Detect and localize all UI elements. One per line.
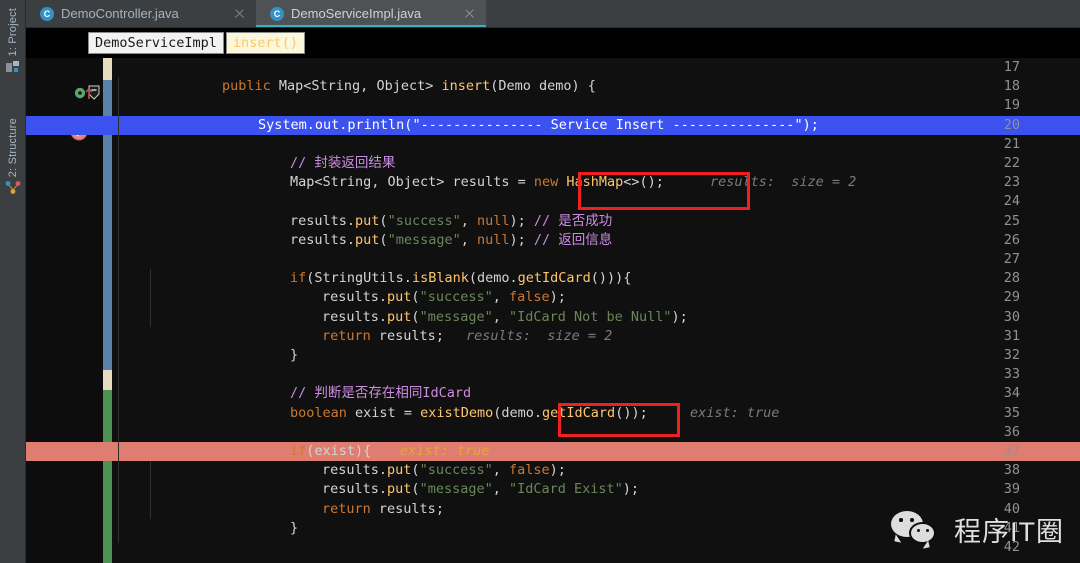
code-line-25[interactable]: results.put("success", null); // 是否成功: [290, 212, 612, 231]
watermark-text: 程序IT圈: [954, 516, 1064, 547]
vcs-change-marker-tan-mid[interactable]: [103, 370, 112, 390]
wechat-icon: [891, 509, 943, 549]
breadcrumb-method[interactable]: insert(): [225, 32, 305, 54]
code-line-40[interactable]: return results;: [322, 500, 444, 519]
exception-line-highlight: [26, 442, 1080, 462]
sidebar-item-label: 2: Structure: [7, 118, 19, 178]
code-line-39[interactable]: results.put("message", "IdCard Exist");: [322, 480, 639, 499]
line-number: 29: [1003, 289, 1020, 306]
code-lines[interactable]: 17 18 19 20 21 22 23 24 25 26 27 28 29 3…: [26, 58, 1080, 563]
line-number: 26: [1003, 231, 1020, 248]
code-line-41[interactable]: }: [290, 519, 298, 538]
sidebar-item-structure[interactable]: 2: Structure: [0, 118, 25, 196]
code-line-29[interactable]: results.put("success", false);: [322, 288, 566, 307]
line-number: 28: [1003, 270, 1020, 287]
structure-icon: [5, 180, 21, 196]
code-line-31[interactable]: return results;: [322, 327, 444, 346]
line-number: 19: [1003, 97, 1020, 114]
inline-debug-hint-line-37: exist: true: [400, 443, 490, 459]
close-icon[interactable]: [233, 7, 246, 20]
code-line-38[interactable]: results.put("success", false);: [322, 461, 566, 480]
line-number: 35: [1003, 404, 1020, 421]
line-number: 36: [1003, 423, 1020, 440]
inline-debug-hint-line-23: results: size = 2: [710, 174, 857, 191]
line-number: 34: [1003, 385, 1020, 402]
line-number: 17: [1003, 59, 1020, 75]
tool-window-strip: 1: Project 2: Structure: [0, 0, 26, 563]
java-class-icon: C: [40, 6, 54, 21]
line-number: 23: [1003, 174, 1020, 191]
vcs-change-marker-tan-top[interactable]: [103, 58, 112, 80]
editor-tab-label: DemoController.java: [61, 6, 179, 21]
project-icon: [5, 59, 21, 75]
line-number: 21: [1003, 135, 1020, 152]
editor-tab-democontroller[interactable]: C DemoController.java: [26, 0, 256, 27]
code-line-26[interactable]: results.put("message", null); // 返回信息: [290, 231, 612, 250]
line-number: 39: [1003, 481, 1020, 498]
line-number: 30: [1003, 308, 1020, 325]
indent-guide: [118, 77, 119, 543]
close-icon[interactable]: [463, 7, 476, 20]
code-line-22[interactable]: // 封装返回结果: [290, 154, 395, 173]
code-editor[interactable]: 17 18 19 20 21 22 23 24 25 26 27 28 29 3…: [26, 58, 1080, 563]
breadcrumb-class[interactable]: DemoServiceImpl: [88, 32, 224, 54]
editor-tab-demoserviceimpl[interactable]: C DemoServiceImpl.java: [256, 0, 486, 27]
line-number: 18: [1003, 78, 1020, 95]
line-number: 20: [1003, 116, 1020, 133]
line-number: 33: [1003, 366, 1020, 383]
sidebar-item-label: 1: Project: [7, 8, 19, 57]
code-line-32[interactable]: }: [290, 346, 298, 365]
editor-tab-bar: C DemoController.java C DemoServiceImpl.…: [26, 0, 1080, 28]
line-number: 22: [1003, 155, 1020, 171]
line-number: 25: [1003, 212, 1020, 229]
breadcrumb: DemoServiceImpl insert(): [26, 28, 1080, 58]
indent-guide: [150, 269, 151, 327]
line-number: 38: [1003, 462, 1020, 479]
inline-debug-hint-line-35: exist: true: [690, 404, 780, 421]
code-line-23[interactable]: Map<String, Object> results = new HashMa…: [290, 173, 664, 192]
inline-debug-hint-line-31: results: size = 2: [466, 327, 613, 344]
code-line-30[interactable]: results.put("message", "IdCard Not be Nu…: [322, 308, 688, 327]
line-number: 31: [1003, 327, 1020, 344]
code-line-28[interactable]: if(StringUtils.isBlank(demo.getIdCard())…: [290, 269, 631, 288]
line-number: 32: [1003, 347, 1020, 363]
watermark: 程序IT圈: [891, 509, 1064, 549]
line-number: 24: [1003, 193, 1020, 210]
implementing-method-icon[interactable]: [74, 85, 93, 101]
code-line-20[interactable]: System.out.println("--------------- Serv…: [258, 116, 819, 135]
code-line-37[interactable]: if(exist){: [290, 442, 371, 461]
code-line-35[interactable]: boolean exist = existDemo(demo.getIdCard…: [290, 404, 648, 423]
editor-tab-label: DemoServiceImpl.java: [291, 6, 422, 21]
sidebar-item-project[interactable]: 1: Project: [0, 8, 25, 75]
line-number: 27: [1003, 251, 1020, 267]
code-line-34[interactable]: // 判断是否存在相同IdCard: [290, 384, 471, 403]
indent-guide: [150, 461, 151, 519]
code-line-18[interactable]: public Map<String, Object> insert(Demo d…: [222, 77, 596, 96]
ide-window: 1: Project 2: Structure C DemoController…: [0, 0, 1080, 563]
vcs-change-marker-added[interactable]: [103, 390, 112, 563]
line-number: 37: [1003, 443, 1020, 459]
java-class-icon: C: [270, 6, 284, 21]
